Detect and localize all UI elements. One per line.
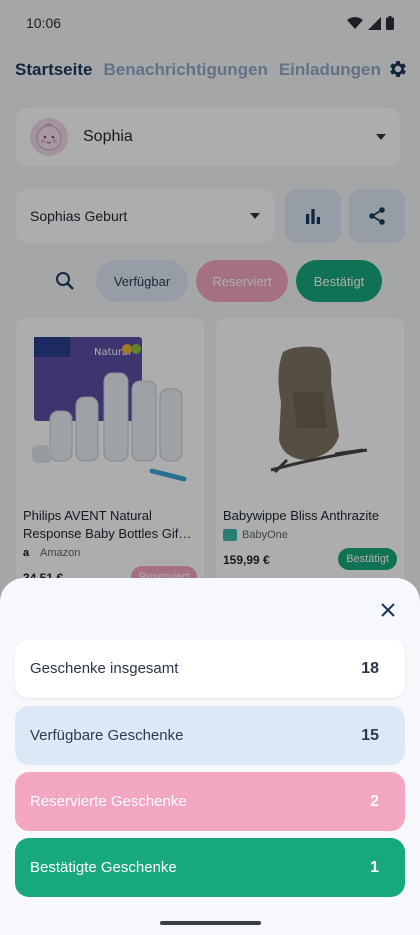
- stat-reserved-gifts: Reservierte Geschenke 2: [15, 772, 405, 831]
- statistics-bottom-sheet: Geschenke insgesamt 18 Verfügbare Gesche…: [0, 578, 420, 935]
- stat-label: Geschenke insgesamt: [30, 660, 179, 677]
- stat-count: 2: [370, 792, 379, 810]
- close-button[interactable]: [378, 600, 398, 620]
- stat-count: 1: [370, 858, 379, 876]
- stat-label: Verfügbare Geschenke: [30, 727, 184, 744]
- stat-label: Reservierte Geschenke: [30, 793, 187, 810]
- stat-count: 15: [361, 726, 379, 744]
- stat-count: 18: [361, 659, 379, 677]
- stat-confirmed-gifts: Bestätigte Geschenke 1: [15, 838, 405, 897]
- close-icon: [381, 603, 395, 617]
- stat-total-gifts: Geschenke insgesamt 18: [15, 639, 405, 698]
- home-indicator[interactable]: [160, 921, 261, 925]
- stat-label: Bestätigte Geschenke: [30, 859, 177, 876]
- stat-available-gifts: Verfügbare Geschenke 15: [15, 706, 405, 765]
